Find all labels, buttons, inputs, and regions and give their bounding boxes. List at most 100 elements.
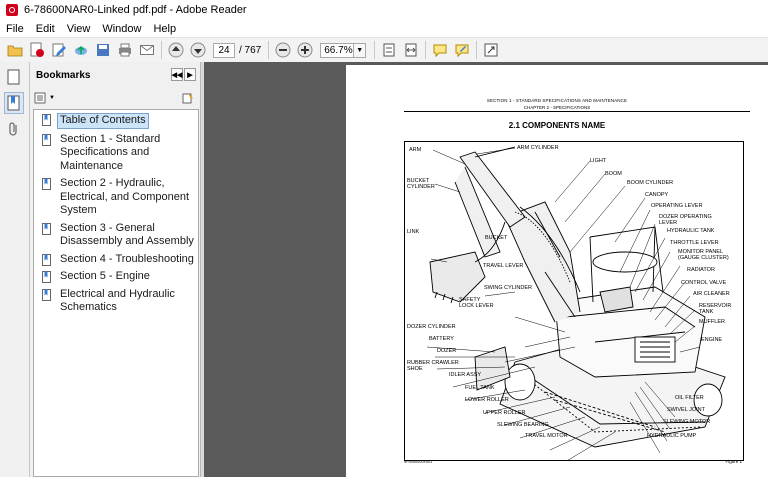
label-engine: ENGINE [701,337,723,343]
pages-icon [7,69,20,85]
edit-icon [52,43,66,57]
label-rubber-crawler-shoe-2: SHOE [407,366,423,372]
bookmark-item[interactable]: Table of Contents [34,110,198,130]
plus-circle-icon [297,42,313,58]
page-header-chapter: CHAPTER 2 - SPECIFICATIONS [523,105,591,110]
label-boom-cylinder: BOOM CYLINDER [627,180,674,186]
toolbar-separator [374,41,376,59]
figure-code: 9P4000000X001 [404,460,433,464]
bookmark-icon [7,95,20,111]
page-title: 2.1 COMPONENTS NAME [508,121,606,130]
bookmark-label: Section 1 - Standard Specifications and … [60,132,161,172]
printer-icon [119,43,131,57]
label-oil-filter: OIL FILTER [675,395,704,401]
bookmark-icon [42,271,51,283]
bookmark-icon [42,178,51,190]
label-safety-lock-lever-2: LOCK LEVER [459,303,494,309]
label-link: LINK [407,229,420,235]
create-pdf-button[interactable] [28,41,46,59]
fullscreen-button[interactable] [482,41,500,59]
expand-bookmark-button[interactable] [182,92,194,107]
edit-button[interactable] [50,41,68,59]
highlight-button[interactable] [453,41,471,59]
bookmarks-panel-button[interactable] [4,92,24,114]
bookmark-label: Section 2 - Hydraulic, Electrical, and C… [60,177,190,216]
bookmark-item[interactable]: Section 2 - Hydraulic, Electrical, and C… [34,174,198,219]
menu-bar: File Edit View Window Help [0,20,768,37]
pages-panel-button[interactable] [4,66,24,88]
open-folder-icon [7,45,23,57]
document-view[interactable]: SECTION 1 - STANDARD SPECIFICATIONS AND … [204,62,768,477]
bookmark-label: Electrical and Hydraulic Schematics [60,287,175,314]
menu-help[interactable]: Help [147,23,182,35]
label-dozer: DOZER [437,348,457,354]
menu-view[interactable]: View [61,23,97,35]
label-control-valve: CONTROL VALVE [681,280,727,286]
bookmark-item[interactable]: Section 1 - Standard Specifications and … [34,130,198,175]
attachments-panel-button[interactable] [4,118,24,140]
chevron-down-icon[interactable]: ▼ [354,42,367,58]
label-boom: BOOM [605,171,622,177]
expand-panel-button[interactable]: ▶ [184,68,196,81]
fit-width-button[interactable] [402,41,420,59]
zoom-select[interactable]: 66.7% ▼ [320,42,367,58]
options-menu-icon [34,92,46,104]
bookmark-icon [42,222,51,235]
page-total: / 767 [239,44,262,56]
fit-page-icon [383,43,395,57]
page-header-section: SECTION 1 - STANDARD SPECIFICATIONS AND … [486,98,628,103]
zoom-value[interactable]: 66.7% [320,42,355,58]
label-operating-lever: OPERATING LEVER [651,203,703,209]
menu-edit[interactable]: Edit [30,23,61,35]
label-bucket-cylinder-2: CYLINDER [407,184,435,190]
previous-page-button[interactable] [167,41,185,59]
bookmarks-title: Bookmarks [36,69,91,81]
collapse-panel-button[interactable]: ◀◀ [171,68,183,81]
save-icon [97,44,109,56]
bookmark-icon [42,133,51,146]
bookmarks-tree: Table of Contents Section 1 - Standard Sp… [33,109,199,477]
print-button[interactable] [116,41,134,59]
menu-file[interactable]: File [0,23,30,35]
toolbar-separator [476,41,478,59]
window-title: 6-78600NAR0-Linked pdf.pdf - Adobe Reade… [24,4,247,16]
label-bucket: BUCKET [485,235,508,241]
bookmark-item[interactable]: Section 4 - Troubleshooting [34,250,198,268]
fit-width-icon [405,43,417,57]
bookmark-options-button[interactable]: ▼ [34,92,55,104]
label-upper-roller: UPPER ROLLER [483,410,526,416]
label-lower-roller: LOWER ROLLER [465,397,509,403]
menu-window[interactable]: Window [96,23,147,35]
bookmark-item[interactable]: Section 5 - Engine [34,267,198,285]
next-page-button[interactable] [189,41,207,59]
label-canopy: CANOPY [645,192,669,198]
toolbar-separator [161,41,162,59]
label-hydraulic-pump: HYDRAULIC PUMP [647,433,697,439]
label-travel-motor: TRAVEL MOTOR [525,433,568,439]
zoom-out-button[interactable] [274,41,292,59]
label-battery: BATTERY [429,336,454,342]
zoom-in-button[interactable] [296,41,314,59]
bookmark-icon [42,253,51,266]
figure-label: Figure 1 [725,459,742,464]
label-light: LIGHT [590,158,607,164]
fit-page-button[interactable] [380,41,398,59]
comment-button[interactable] [431,41,449,59]
chevron-down-icon: ▼ [49,95,55,101]
cloud-upload-icon [75,45,87,55]
label-dozer-operating-lever-2: LEVER [659,220,678,226]
bookmark-label: Section 3 - General Disassembly and Asse… [60,221,194,248]
bookmark-label: Section 5 - Engine [60,270,150,282]
email-button[interactable] [138,41,156,59]
page-number-input[interactable]: 24 [213,42,235,58]
upload-button[interactable] [72,41,90,59]
save-button[interactable] [94,41,112,59]
open-button[interactable] [6,41,24,59]
bookmark-item[interactable]: Section 3 - General Disassembly and Asse… [34,219,198,250]
bookmark-item[interactable]: Electrical and Hydraulic Schematics [34,285,198,316]
expand-icon [484,43,498,57]
label-idler-assy: IDLER ASSY [449,372,482,378]
email-icon [140,45,154,55]
toolbar-separator [425,41,427,59]
label-arm-cylinder: ARM CYLINDER [517,145,559,151]
